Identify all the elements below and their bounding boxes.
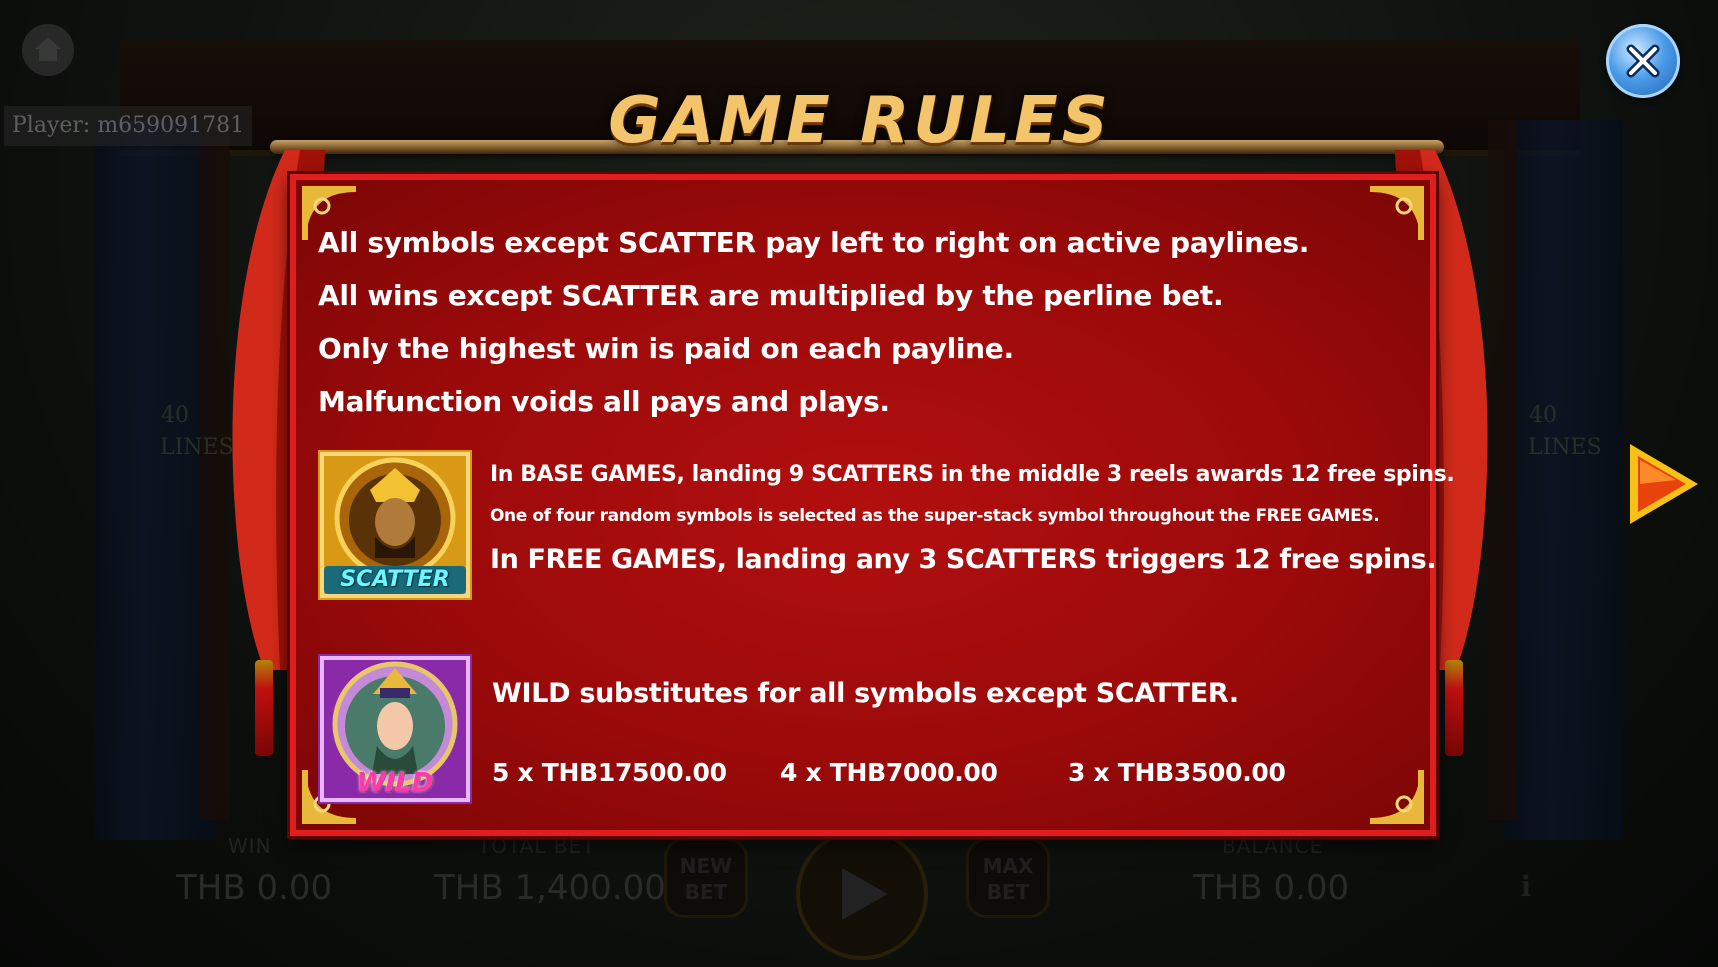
wild-rule: WILD substitutes for all symbols except … xyxy=(492,678,1239,709)
rules-panel: All symbols except SCATTER pay left to r… xyxy=(290,174,1455,836)
rule-text: Malfunction voids all pays and plays. xyxy=(318,385,890,418)
scatter-rule-superstack: One of four random symbols is selected a… xyxy=(490,506,1380,526)
home-icon xyxy=(35,37,61,61)
next-page-button[interactable] xyxy=(1624,440,1702,528)
close-icon xyxy=(1626,44,1660,78)
scatter-rule-base: In BASE GAMES, landing 9 SCATTERS in the… xyxy=(490,462,1455,487)
player-label: Player: m659091781 xyxy=(4,106,253,146)
page-title: GAME RULES xyxy=(608,84,1112,158)
scatter-badge: SCATTER xyxy=(340,567,450,592)
rule-text: Only the highest win is paid on each pay… xyxy=(318,332,1014,365)
wild-payout-5: 5 x THB17500.00 xyxy=(492,758,727,787)
rule-text: All symbols except SCATTER pay left to r… xyxy=(318,226,1310,259)
wild-symbol: WILD xyxy=(318,654,472,804)
tassel-right xyxy=(1445,660,1463,756)
close-button[interactable] xyxy=(1606,24,1680,98)
wild-payout-3: 3 x THB3500.00 xyxy=(1068,758,1286,787)
home-button[interactable] xyxy=(22,24,74,76)
play-arrow-right-icon xyxy=(1630,444,1698,524)
wild-payout-4: 4 x THB7000.00 xyxy=(780,758,998,787)
rule-text: All wins except SCATTER are multiplied b… xyxy=(318,279,1224,312)
scatter-rule-free: In FREE GAMES, landing any 3 SCATTERS tr… xyxy=(490,544,1437,575)
corner-ornament xyxy=(1370,186,1424,240)
tassel-left xyxy=(255,660,273,756)
scatter-symbol: SCATTER xyxy=(318,450,472,600)
wild-badge: WILD xyxy=(356,768,434,798)
corner-ornament xyxy=(1370,770,1424,824)
